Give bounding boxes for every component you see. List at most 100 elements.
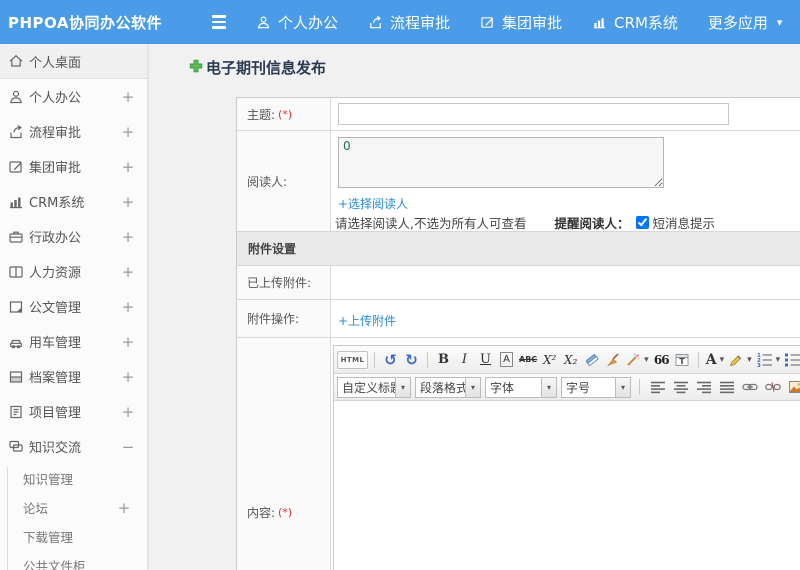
- main-content: 电子期刊信息发布 主题: (*) 阅读人: 0 +选择阅读人 请选择阅读人,不选…: [149, 44, 800, 570]
- expand-toggle[interactable]: +: [121, 298, 135, 316]
- nav-crm-system[interactable]: CRM系统: [592, 12, 678, 33]
- editor-content-area[interactable]: [334, 401, 800, 570]
- expand-toggle[interactable]: +: [121, 228, 135, 246]
- undo-button[interactable]: ↺: [381, 350, 400, 370]
- expand-toggle[interactable]: +: [121, 88, 135, 106]
- strikethrough-button[interactable]: ABC: [518, 350, 538, 370]
- expand-toggle[interactable]: +: [121, 263, 135, 281]
- chat-icon: [8, 439, 24, 455]
- book-icon: [8, 264, 24, 280]
- nav-workflow-approval[interactable]: 流程审批: [368, 12, 450, 33]
- align-left-button[interactable]: [648, 377, 667, 397]
- redo-icon: ↻: [405, 350, 418, 369]
- caret-down-icon: ▾: [541, 377, 556, 397]
- quick-format-button[interactable]: ▾: [624, 350, 650, 370]
- sidebar-item-admin-office[interactable]: 行政办公 +: [0, 219, 147, 254]
- sidebar-item-archives[interactable]: 档案管理 +: [0, 359, 147, 394]
- knowledge-submenu: 知识管理 论坛 + 下载管理 公共文件柜: [0, 464, 147, 570]
- sidebar-item-personal-office[interactable]: 个人办公 +: [0, 79, 147, 114]
- italic-button[interactable]: I: [455, 350, 474, 370]
- subject-input[interactable]: [338, 103, 729, 125]
- align-center-button[interactable]: [671, 377, 690, 397]
- insert-link-button[interactable]: [740, 377, 759, 397]
- archive-icon: [8, 369, 24, 385]
- expand-toggle[interactable]: +: [117, 499, 131, 517]
- sidebar-item-personal-desktop[interactable]: 个人桌面: [0, 44, 147, 79]
- ordered-list-button[interactable]: 1 2 3 ▾: [755, 350, 782, 370]
- bullet-list-button[interactable]: ▾: [783, 350, 800, 370]
- blockquote-button[interactable]: 66: [652, 350, 671, 370]
- align-right-button[interactable]: [694, 377, 713, 397]
- sidebar-item-crm[interactable]: CRM系统 +: [0, 184, 147, 219]
- flow-icon: [368, 15, 383, 30]
- font-style-button[interactable]: A: [497, 350, 516, 370]
- sidebar-item-label: 个人桌面: [29, 55, 82, 71]
- nav-more-apps[interactable]: 更多应用 ▾: [708, 12, 783, 33]
- select-readers-link[interactable]: +选择阅读人: [338, 195, 408, 212]
- highlight-color-button[interactable]: ▾: [727, 350, 753, 370]
- underline-button[interactable]: U: [476, 350, 495, 370]
- required-mark: (*): [278, 506, 293, 519]
- nav-group-approval[interactable]: 集团审批: [480, 12, 562, 33]
- sidebar-item-label: 项目管理: [29, 406, 82, 421]
- sidebar-item-label: CRM系统: [29, 196, 85, 211]
- sidebar-item-group-approval[interactable]: 集团审批 +: [0, 149, 147, 184]
- sms-remind-checkbox[interactable]: [635, 216, 649, 229]
- expand-toggle[interactable]: +: [121, 158, 135, 176]
- publish-form: 主题: (*) 阅读人: 0 +选择阅读人 请选择阅读人,不选为所有人可查看 提…: [236, 97, 800, 570]
- expand-toggle[interactable]: +: [121, 403, 135, 421]
- sidebar-item-vehicle[interactable]: 用车管理 +: [0, 324, 147, 359]
- page-template-button[interactable]: T: [673, 350, 692, 370]
- required-mark: (*): [278, 107, 293, 121]
- expand-toggle[interactable]: +: [121, 193, 135, 211]
- sidebar-item-hr[interactable]: 人力资源 +: [0, 254, 147, 289]
- svg-text:3: 3: [757, 363, 761, 367]
- caret-down-icon: ▾: [775, 354, 781, 365]
- align-justify-button[interactable]: [717, 377, 736, 397]
- sidebar-item-knowledge[interactable]: 知识交流 −: [0, 429, 147, 464]
- briefcase-icon: [8, 229, 24, 245]
- superscript-button[interactable]: X²: [540, 350, 559, 370]
- readers-textarea[interactable]: 0: [338, 137, 664, 188]
- sidebar-subitem-download-management[interactable]: 下载管理: [0, 522, 147, 551]
- expand-toggle[interactable]: +: [121, 368, 135, 386]
- font-color-button[interactable]: A ▾: [705, 350, 725, 370]
- remind-readers-label: 提醒阅读人：: [554, 216, 630, 231]
- subscript-button[interactable]: X₂: [561, 350, 580, 370]
- flow-icon: [8, 124, 24, 140]
- paragraph-format-select[interactable]: 段落格式 ▾: [415, 376, 481, 398]
- expand-toggle[interactable]: +: [121, 123, 135, 141]
- bold-button[interactable]: B: [434, 350, 453, 370]
- readers-hint-text: 请选择阅读人,不选为所有人可查看: [335, 216, 527, 231]
- user-icon: [8, 89, 24, 105]
- attachment-op-row: 附件操作: +上传附件: [237, 300, 800, 338]
- hamburger-menu-icon[interactable]: [208, 11, 230, 33]
- html-source-button[interactable]: HTML: [337, 350, 368, 369]
- expand-toggle[interactable]: +: [121, 333, 135, 351]
- sidebar-item-projects[interactable]: 项目管理 +: [0, 394, 147, 429]
- caret-down-icon: ▾: [644, 354, 649, 365]
- font-size-select[interactable]: 字号 ▾: [561, 376, 631, 398]
- sidebar-item-label: 公文管理: [29, 301, 82, 316]
- nav-label: 集团审批: [502, 13, 563, 32]
- app-window: PHPOA协同办公软件 个人办公 流程审批 集团审批 CRM系统 更多应用 ▾ …: [0, 0, 800, 570]
- nav-personal-office[interactable]: 个人办公: [256, 12, 338, 33]
- format-brush-button[interactable]: [603, 350, 622, 370]
- heading-select[interactable]: 自定义标题 ▾: [337, 376, 411, 398]
- upload-attachment-link[interactable]: +上传附件: [338, 312, 396, 329]
- sidebar-item-workflow-approval[interactable]: 流程审批 +: [0, 114, 147, 149]
- collapse-toggle[interactable]: −: [121, 438, 135, 456]
- subject-label: 主题:: [247, 107, 276, 122]
- insert-image-button[interactable]: [786, 377, 800, 397]
- sidebar-subitem-public-file-cabinet[interactable]: 公共文件柜: [0, 551, 147, 570]
- sidebar-item-label: 知识交流: [29, 441, 82, 456]
- sidebar-subitem-forum[interactable]: 论坛 +: [0, 493, 147, 522]
- redo-button[interactable]: ↻: [402, 350, 421, 370]
- sidebar-item-official-docs[interactable]: 公文管理 +: [0, 289, 147, 324]
- unlink-button[interactable]: [763, 377, 782, 397]
- add-icon: [189, 58, 203, 77]
- remove-format-button[interactable]: [582, 350, 601, 370]
- font-family-select[interactable]: 字体 ▾: [485, 376, 557, 398]
- sidebar-subitem-label: 知识管理: [23, 472, 74, 487]
- sidebar-subitem-knowledge-management[interactable]: 知识管理: [0, 464, 147, 493]
